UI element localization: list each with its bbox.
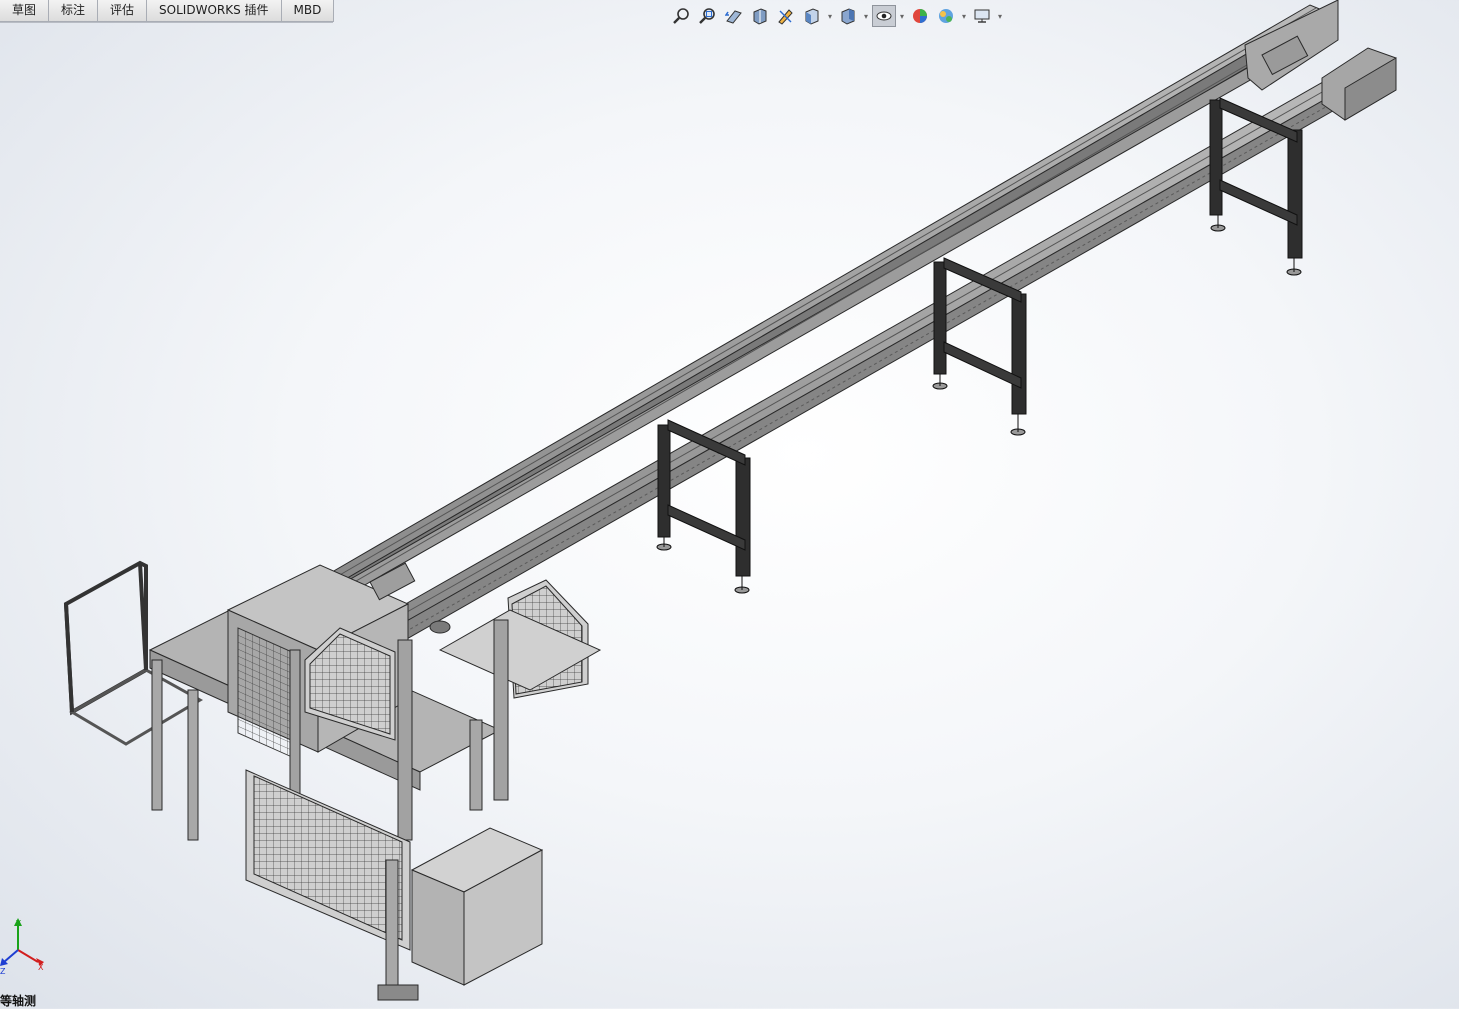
view-settings-dropdown-icon[interactable]: ▾: [996, 5, 1004, 27]
view-orientation-dropdown-icon[interactable]: ▾: [826, 5, 834, 27]
command-manager-tabs: 草图 标注 评估 SOLIDWORKS 插件 MBD: [0, 0, 335, 23]
apply-scene-icon[interactable]: [934, 5, 958, 27]
display-style-dropdown-icon[interactable]: ▾: [862, 5, 870, 27]
tab-mbd[interactable]: MBD: [280, 0, 335, 22]
model-viewport[interactable]: Y X Z: [0, 0, 1459, 1008]
triad-y-label: Y: [15, 919, 21, 928]
view-orientation-label: 等轴测: [0, 994, 37, 1008]
back-conveyor-rail: [331, 0, 1339, 599]
zoom-to-fit-icon[interactable]: [670, 5, 694, 27]
coordinate-triad: Y X Z: [0, 918, 44, 976]
hide-show-items-icon[interactable]: [872, 5, 896, 27]
heads-up-view-toolbar: ▾ ▾ ▾ ▾ ▾: [670, 4, 1004, 28]
tab-evaluate[interactable]: 评估: [97, 0, 148, 22]
front-conveyor-rail: [394, 47, 1397, 641]
tab-sketch[interactable]: 草图: [0, 0, 50, 22]
previous-view-icon[interactable]: [722, 5, 746, 27]
dynamic-annotation-icon[interactable]: [774, 5, 798, 27]
zoom-to-area-icon[interactable]: [696, 5, 720, 27]
machine-frame: [63, 560, 602, 1001]
view-orientation-icon[interactable]: [800, 5, 824, 27]
tab-markup[interactable]: 标注: [48, 0, 99, 22]
display-style-icon[interactable]: [836, 5, 860, 27]
triad-z-label: Z: [0, 967, 6, 976]
hide-show-dropdown-icon[interactable]: ▾: [898, 5, 906, 27]
apply-scene-dropdown-icon[interactable]: ▾: [960, 5, 968, 27]
triad-x-label: X: [38, 963, 44, 972]
edit-appearance-icon[interactable]: [908, 5, 932, 27]
tab-solidworks-addins[interactable]: SOLIDWORKS 插件: [146, 0, 282, 22]
view-settings-icon[interactable]: [970, 5, 994, 27]
section-view-icon[interactable]: [748, 5, 772, 27]
